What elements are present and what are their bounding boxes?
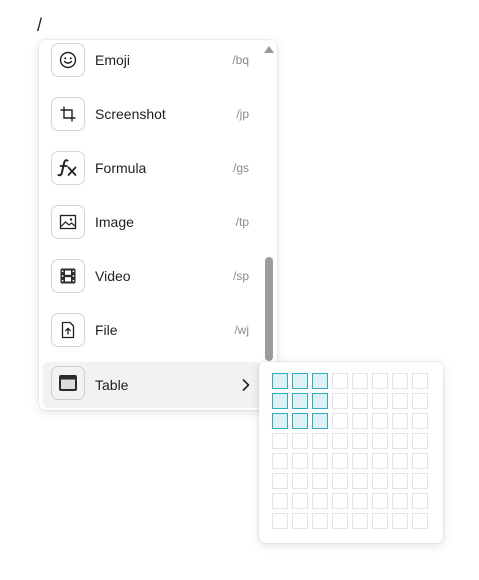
grid-cell-selected[interactable] — [272, 373, 288, 389]
grid-cell[interactable] — [352, 513, 368, 529]
grid-cell[interactable] — [312, 513, 328, 529]
grid-cell[interactable] — [372, 473, 388, 489]
grid-cell[interactable] — [312, 493, 328, 509]
menu-item-label: Image — [95, 214, 134, 230]
grid-cell[interactable] — [412, 373, 428, 389]
menu-item-table[interactable]: Table — [43, 362, 261, 408]
menu-item-label: Screenshot — [95, 106, 166, 122]
grid-cell[interactable] — [352, 393, 368, 409]
scrollbar-thumb[interactable] — [265, 257, 273, 361]
file-upload-icon — [51, 313, 85, 347]
grid-cell-selected[interactable] — [312, 413, 328, 429]
grid-cell[interactable] — [352, 473, 368, 489]
table-icon — [51, 366, 85, 400]
grid-cell[interactable] — [312, 433, 328, 449]
grid-cell[interactable] — [332, 473, 348, 489]
grid-cell[interactable] — [392, 453, 408, 469]
grid-cell-selected[interactable] — [312, 393, 328, 409]
grid-cell[interactable] — [372, 493, 388, 509]
grid-cell[interactable] — [392, 413, 408, 429]
grid-cell[interactable] — [352, 493, 368, 509]
grid-cell[interactable] — [392, 433, 408, 449]
grid-cell[interactable] — [332, 513, 348, 529]
menu-item-screenshot[interactable]: Screenshot /jp — [43, 94, 261, 140]
formula-icon — [51, 151, 85, 185]
grid-cell[interactable] — [372, 453, 388, 469]
grid-cell[interactable] — [372, 413, 388, 429]
grid-cell[interactable] — [412, 393, 428, 409]
grid-cell[interactable] — [392, 373, 408, 389]
menu-item-shortcut: /sp — [232, 269, 249, 283]
grid-cell[interactable] — [332, 413, 348, 429]
grid-cell[interactable] — [372, 433, 388, 449]
grid-cell[interactable] — [292, 513, 308, 529]
grid-cell[interactable] — [332, 433, 348, 449]
grid-cell-selected[interactable] — [312, 373, 328, 389]
grid-cell[interactable] — [412, 453, 428, 469]
grid-cell[interactable] — [332, 493, 348, 509]
grid-cell-selected[interactable] — [292, 373, 308, 389]
grid-cell[interactable] — [292, 453, 308, 469]
grid-cell[interactable] — [292, 493, 308, 509]
grid-cell[interactable] — [412, 473, 428, 489]
grid-cell[interactable] — [272, 433, 288, 449]
menu-item-label: Video — [95, 268, 131, 284]
menu-item-shortcut: /tp — [235, 215, 249, 229]
image-icon — [51, 205, 85, 239]
slash-command-text[interactable]: / — [37, 14, 42, 36]
grid-cell[interactable] — [352, 413, 368, 429]
emoji-icon — [51, 43, 85, 77]
crop-icon — [51, 97, 85, 131]
grid-cell[interactable] — [292, 433, 308, 449]
grid-cell[interactable] — [272, 493, 288, 509]
grid-cell-selected[interactable] — [292, 413, 308, 429]
menu-item-formula[interactable]: Formula /gs — [43, 148, 261, 194]
grid-cell[interactable] — [292, 473, 308, 489]
menu-item-emoji[interactable]: Emoji /bq — [43, 40, 261, 86]
menu-item-shortcut: /wj — [234, 323, 249, 337]
grid-cell[interactable] — [272, 513, 288, 529]
menu-item-image[interactable]: Image /tp — [43, 202, 261, 248]
video-icon — [51, 259, 85, 293]
grid-cell-selected[interactable] — [292, 393, 308, 409]
grid-cell[interactable] — [312, 453, 328, 469]
grid-cell[interactable] — [412, 513, 428, 529]
grid-cell[interactable] — [272, 473, 288, 489]
grid-cell[interactable] — [352, 373, 368, 389]
grid-cell[interactable] — [392, 393, 408, 409]
grid-cell[interactable] — [412, 433, 428, 449]
grid-cell[interactable] — [352, 453, 368, 469]
grid-cell[interactable] — [272, 453, 288, 469]
grid-cell[interactable] — [352, 433, 368, 449]
menu-item-shortcut: /bq — [232, 53, 249, 67]
scroll-up-arrow-icon[interactable] — [264, 46, 274, 53]
menu-item-label: Emoji — [95, 52, 131, 68]
menu-item-video[interactable]: Video /sp — [43, 256, 261, 302]
grid-cell[interactable] — [412, 493, 428, 509]
grid-cell-selected[interactable] — [272, 413, 288, 429]
grid-cell[interactable] — [392, 513, 408, 529]
grid-cell[interactable] — [392, 493, 408, 509]
menu-item-label: File — [95, 322, 118, 338]
menu-item-file[interactable]: File /wj — [43, 310, 261, 356]
grid-cell[interactable] — [412, 413, 428, 429]
grid-cell[interactable] — [372, 373, 388, 389]
table-size-picker — [259, 362, 443, 543]
grid-cell-selected[interactable] — [272, 393, 288, 409]
menu-item-shortcut: /jp — [236, 107, 249, 121]
slash-command-menu: Emoji /bq Screenshot /jp Formula /gs Ima… — [39, 40, 277, 410]
menu-item-shortcut: /gs — [232, 161, 249, 175]
menu-item-label: Table — [95, 377, 129, 393]
grid-cell[interactable] — [312, 473, 328, 489]
grid-cell[interactable] — [372, 393, 388, 409]
editor-area: / Emoji /bq Screenshot /jp Formula /gs I… — [0, 0, 479, 580]
grid-cell[interactable] — [332, 453, 348, 469]
grid-cell[interactable] — [392, 473, 408, 489]
grid-cell[interactable] — [332, 373, 348, 389]
menu-item-label: Formula — [95, 160, 147, 176]
grid-cell[interactable] — [372, 513, 388, 529]
chevron-right-icon — [241, 378, 251, 397]
grid-cell[interactable] — [332, 393, 348, 409]
